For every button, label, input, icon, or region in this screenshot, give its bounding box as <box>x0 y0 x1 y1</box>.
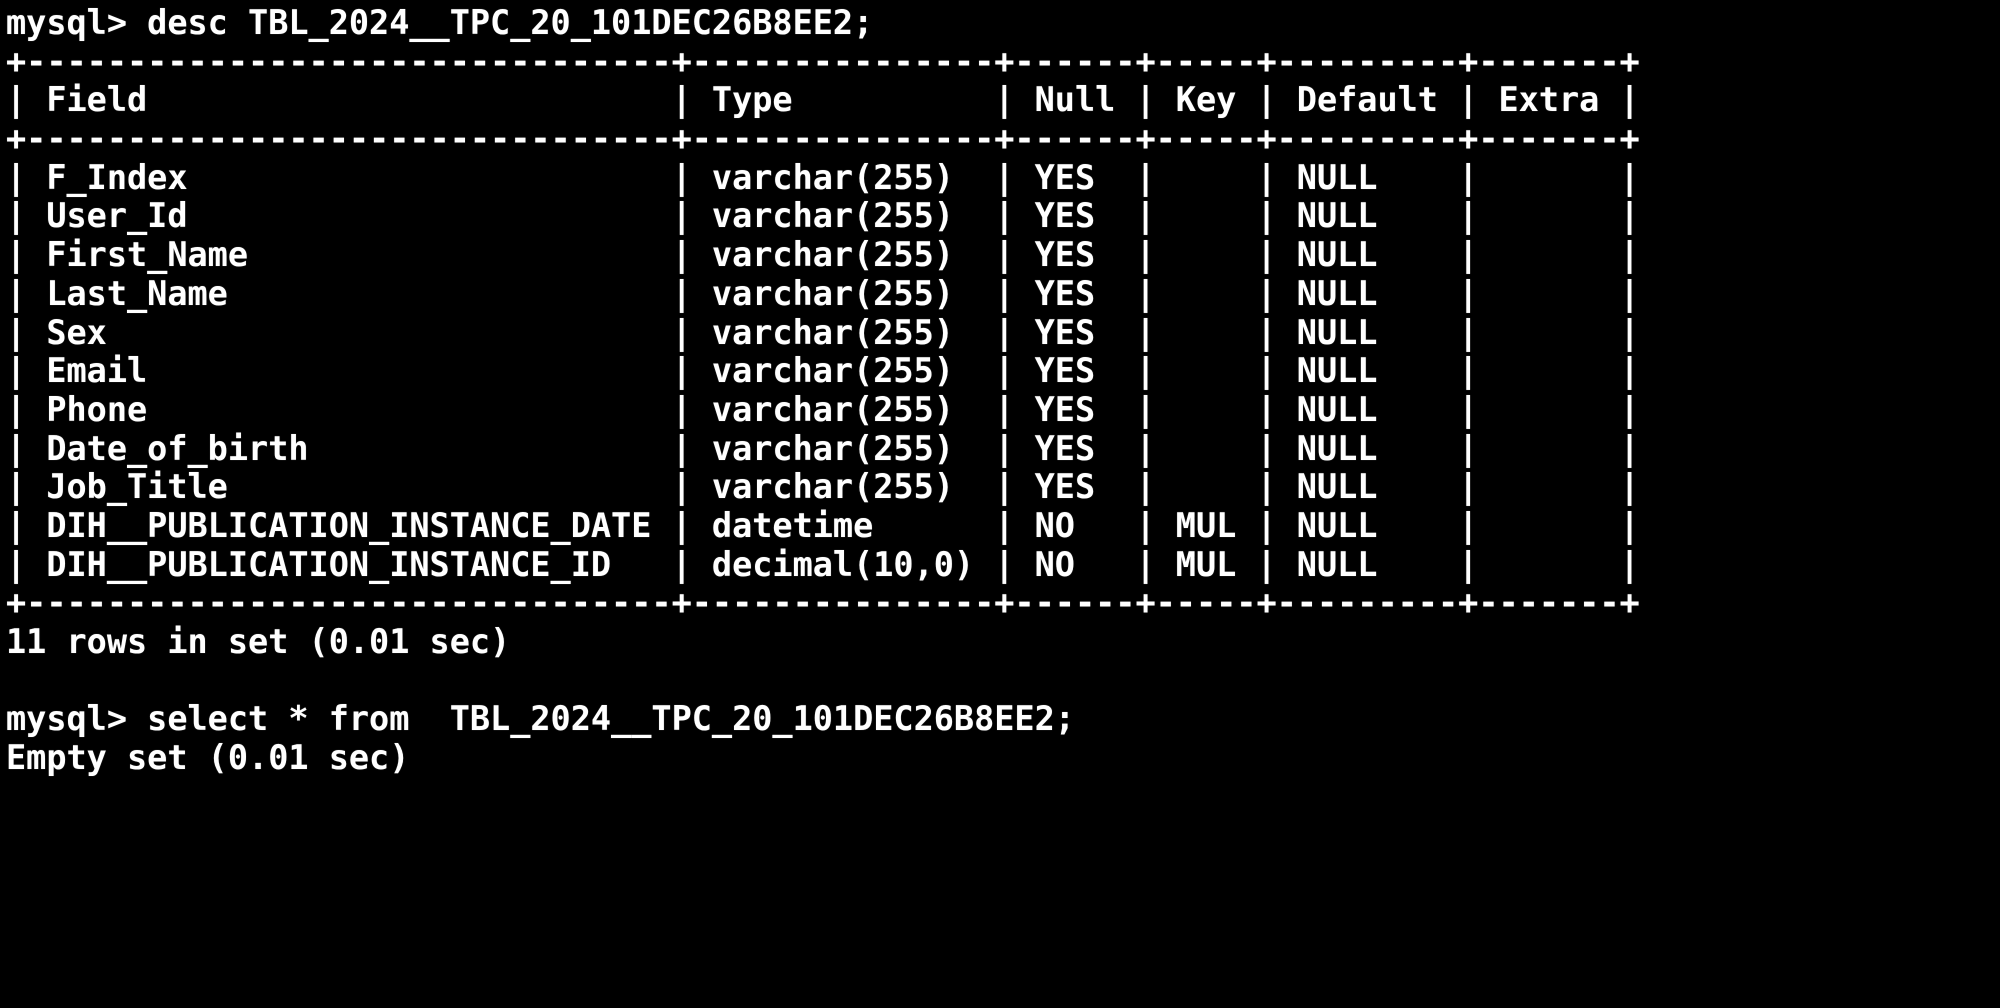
command-line-select: mysql> select * from TBL_2024__TPC_20_10… <box>6 699 1075 739</box>
table-row: | Job_Title | varchar(255) | YES | | NUL… <box>6 467 1640 507</box>
table-row: | First_Name | varchar(255) | YES | | NU… <box>6 235 1640 275</box>
table-row: | User_Id | varchar(255) | YES | | NULL … <box>6 196 1640 236</box>
table-row: | F_Index | varchar(255) | YES | | NULL … <box>6 157 1640 197</box>
terminal-window[interactable]: mysql> desc TBL_2024__TPC_20_101DEC26B8E… <box>0 0 2000 1008</box>
status-line-rows: 11 rows in set (0.01 sec) <box>6 622 511 661</box>
table-rule-header: +--------------------------------+------… <box>6 119 1640 159</box>
table-row: | Last_Name | varchar(255) | YES | | NUL… <box>6 273 1640 313</box>
table-row: | Date_of_birth | varchar(255) | YES | |… <box>6 428 1640 468</box>
status-line-empty-set: Empty set (0.01 sec) <box>6 738 410 778</box>
table-row: | Sex | varchar(255) | YES | | NULL | | <box>6 312 1640 352</box>
table-row: | Email | varchar(255) | YES | | NULL | … <box>6 351 1640 391</box>
table-row: | DIH__PUBLICATION_INSTANCE_DATE | datet… <box>6 505 1640 545</box>
table-row: | DIH__PUBLICATION_INSTANCE_ID | decimal… <box>6 544 1640 584</box>
table-row: | Phone | varchar(255) | YES | | NULL | … <box>6 389 1640 429</box>
table-rule-bottom: +--------------------------------+------… <box>6 583 1640 623</box>
table-header-row: | Field | Type | Null | Key | Default | … <box>6 80 1640 120</box>
table-rule-top: +--------------------------------+------… <box>6 41 1640 81</box>
command-line-desc: mysql> desc TBL_2024__TPC_20_101DEC26B8E… <box>6 3 874 42</box>
